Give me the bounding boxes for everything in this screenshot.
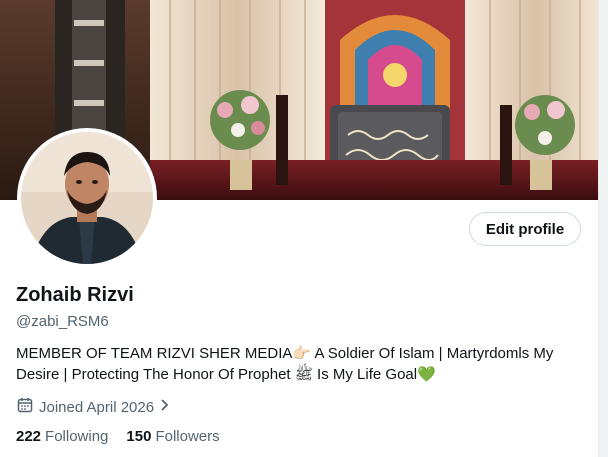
bio-text-1: MEMBER OF TEAM RIZVI SHER MEDIA: [16, 345, 293, 362]
profile-handle: @zabi_RSM6: [16, 313, 109, 330]
chevron-right-icon: [159, 398, 171, 416]
following-link[interactable]: 222 Following: [16, 428, 108, 445]
avatar-image: [21, 132, 153, 264]
followers-count: 150: [126, 428, 152, 445]
joined-label: Joined April 2026: [39, 398, 155, 416]
following-label: Following: [45, 428, 109, 445]
following-count: 222: [16, 428, 42, 445]
profile-name: Zohaib Rizvi: [16, 284, 134, 306]
follow-stats: 222 Following 150 Followers: [16, 428, 220, 445]
edit-profile-button[interactable]: Edit profile: [469, 212, 581, 246]
green-heart-emoji: 💚: [417, 366, 436, 383]
followers-link[interactable]: 150 Followers: [126, 428, 219, 445]
avatar[interactable]: [17, 128, 157, 268]
scrollbar[interactable]: [598, 0, 608, 457]
joined-date[interactable]: Joined April 2026: [16, 396, 171, 418]
pbuh-glyph: ﷺ: [294, 366, 313, 383]
pointing-hand-emoji: 👉🏻: [292, 345, 312, 362]
calendar-icon: [16, 396, 34, 418]
followers-label: Followers: [155, 428, 220, 445]
bio-text-3: Is My Life Goal: [312, 366, 418, 383]
profile-bio: MEMBER OF TEAM RIZVI SHER MEDIA👉🏻 A Sold…: [16, 343, 576, 385]
